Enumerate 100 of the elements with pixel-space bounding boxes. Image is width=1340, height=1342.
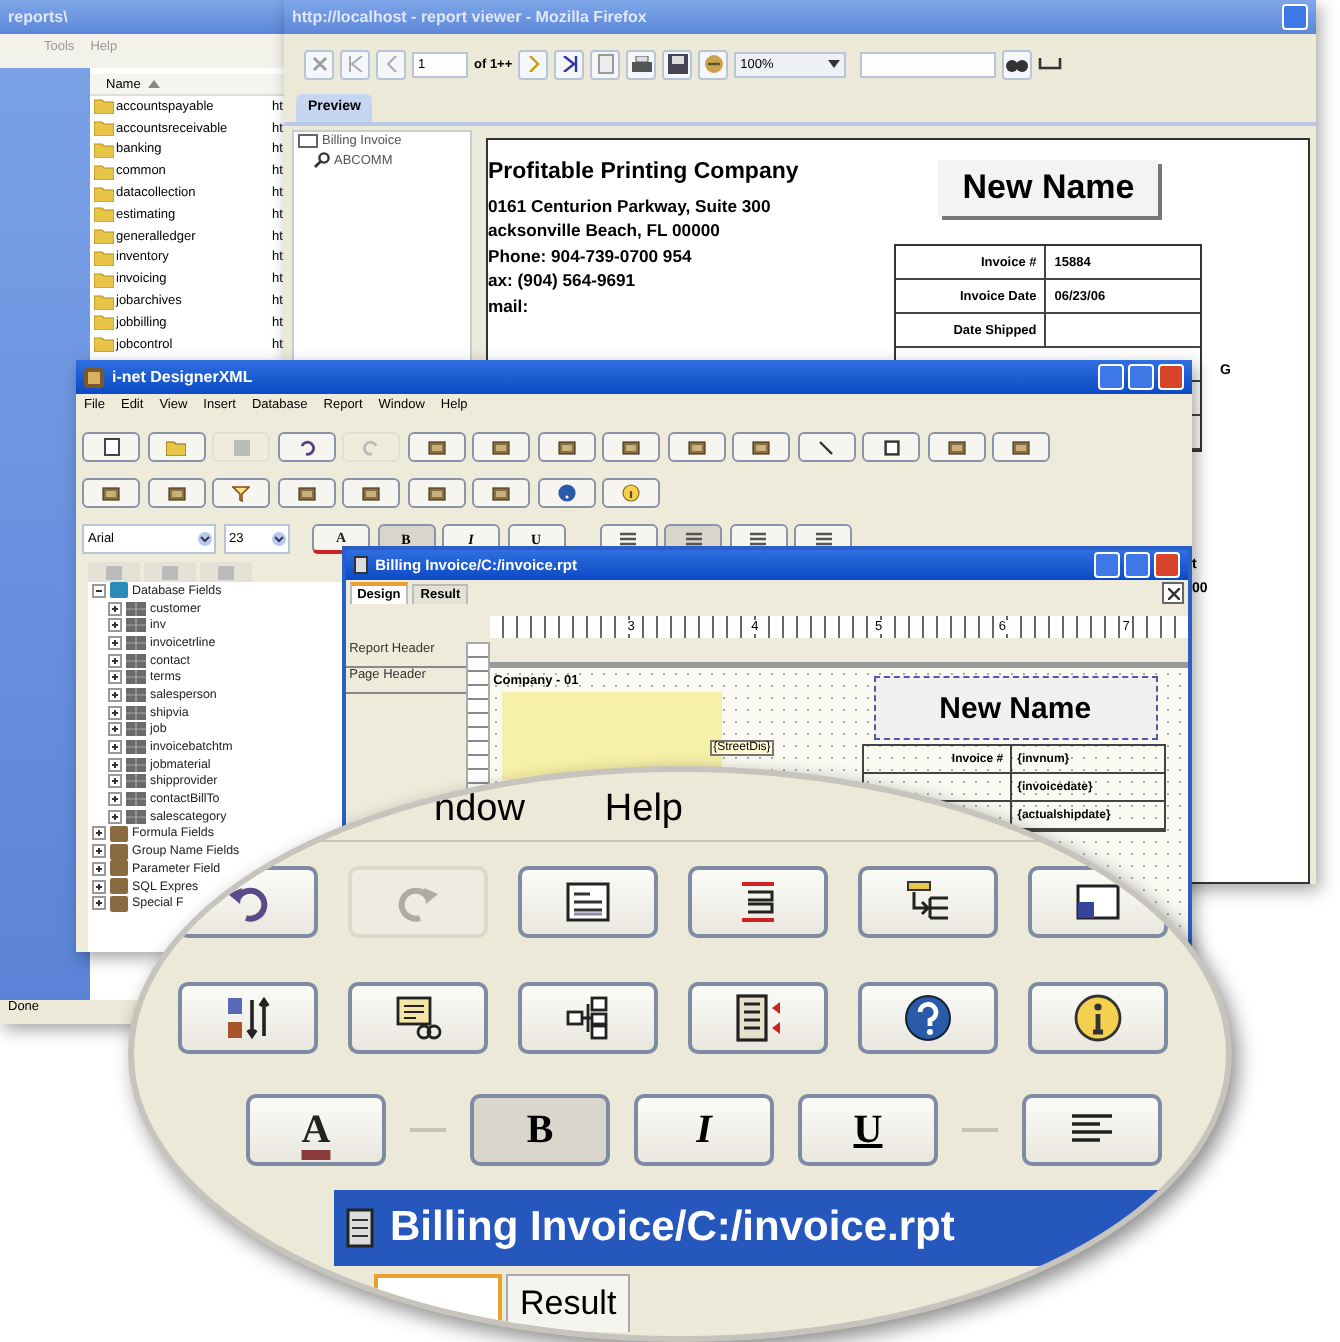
columns-icon (734, 994, 782, 1042)
tool-icon (106, 565, 122, 579)
minimize-button[interactable] (1094, 552, 1120, 578)
tool-icon (297, 485, 315, 501)
expander-icon[interactable] (108, 618, 122, 633)
linked-records-icon (394, 994, 442, 1042)
dropdown-arrow-icon (271, 532, 285, 546)
toolbar-button[interactable] (472, 478, 530, 508)
company-address-line: ax: (904) 564-9691 (488, 270, 638, 290)
bold-button[interactable]: B (470, 1094, 610, 1166)
window-title: reports\ (8, 8, 68, 26)
expander-icon[interactable] (92, 583, 106, 598)
result-tab[interactable]: Result (506, 1274, 631, 1332)
tool-icon (492, 485, 510, 501)
help-icon (904, 994, 952, 1042)
expander-icon[interactable] (108, 670, 122, 685)
toolbar-button[interactable] (688, 866, 828, 938)
expander-icon[interactable] (92, 861, 106, 876)
toolbar-button[interactable] (858, 866, 998, 938)
toolbar-button[interactable] (927, 432, 985, 462)
expander-icon[interactable] (108, 740, 122, 755)
expander-icon[interactable] (108, 722, 122, 737)
export-button[interactable] (698, 49, 729, 79)
name-banner[interactable]: New Name (873, 676, 1158, 740)
last-page-button[interactable] (554, 49, 585, 79)
toolbar-button[interactable] (602, 432, 660, 462)
app-icon (84, 367, 104, 387)
toolbar-button[interactable] (537, 478, 595, 508)
align-button[interactable] (1022, 1094, 1162, 1166)
company-address-line: 0161 Centurion Parkway, Suite 300 (488, 195, 773, 215)
window-title: http://localhost - report viewer - Mozilla Firefox (292, 8, 647, 26)
toolbar-button[interactable] (732, 432, 790, 462)
close-icon (1167, 587, 1179, 599)
toolbar-button[interactable] (407, 432, 465, 462)
restore-button[interactable] (1124, 552, 1150, 578)
expander-icon[interactable] (92, 896, 106, 911)
toolbar-button[interactable] (518, 866, 658, 938)
magnifier-icon (314, 152, 330, 168)
align-icon (815, 532, 831, 546)
save-button[interactable] (662, 49, 693, 79)
menu-item[interactable]: ndow (434, 788, 525, 832)
search-button[interactable] (1002, 49, 1033, 79)
company-address-line: mail: (488, 295, 531, 315)
font-color-button[interactable]: A (246, 1094, 386, 1166)
expander-icon[interactable] (108, 809, 122, 824)
maximize-button[interactable] (1128, 364, 1154, 390)
align-icon (620, 532, 636, 546)
toolbar-button[interactable] (147, 478, 205, 508)
toolbar-button[interactable] (1028, 982, 1168, 1054)
expander-icon[interactable] (108, 792, 122, 807)
toolbar-button[interactable] (862, 432, 920, 462)
tool-icon (622, 439, 640, 455)
info-icon (1074, 994, 1122, 1042)
toolbar-button[interactable] (667, 432, 725, 462)
expander-icon[interactable] (92, 879, 106, 894)
toolbar-button[interactable] (992, 432, 1050, 462)
toolbar-button[interactable] (348, 982, 488, 1054)
document-icon (353, 556, 368, 574)
line-icon (818, 439, 834, 455)
toolbar-button[interactable] (82, 478, 140, 508)
minimize-button[interactable] (1282, 4, 1308, 30)
expander-icon[interactable] (108, 601, 122, 616)
expander-icon[interactable] (108, 705, 122, 720)
expander-icon[interactable] (108, 653, 122, 668)
expander-icon[interactable] (92, 844, 106, 859)
square-icon (883, 439, 899, 455)
window-title: Billing Invoice/C:/invoice.rpt (390, 1204, 955, 1252)
menu-item[interactable]: Help (604, 788, 683, 832)
toolbar-button[interactable] (407, 478, 465, 508)
print-button[interactable] (626, 49, 657, 79)
toolbar-button[interactable] (178, 982, 318, 1054)
company-address-line: acksonville Beach, FL 00000 (488, 220, 722, 240)
underline-button[interactable]: U (798, 1094, 938, 1166)
italic-button[interactable]: I (634, 1094, 774, 1166)
close-button[interactable] (1162, 582, 1184, 604)
redo-icon (396, 882, 440, 922)
toolbar-button[interactable] (277, 478, 335, 508)
tool-icon (947, 439, 965, 455)
tree-list-icon (904, 880, 952, 924)
expander-icon[interactable] (108, 635, 122, 650)
expander-icon[interactable] (92, 826, 106, 841)
toolbar-button[interactable] (342, 478, 400, 508)
expander-icon[interactable] (108, 757, 122, 772)
toolbar-button[interactable] (472, 432, 530, 462)
toolbar-button[interactable] (82, 432, 140, 462)
toolbar-button[interactable] (277, 432, 335, 462)
dropdown-arrow-icon (828, 60, 841, 68)
tool-icon (687, 439, 705, 455)
first-page-icon (347, 56, 363, 72)
toolbar-button[interactable] (858, 982, 998, 1054)
table-icon (1076, 882, 1120, 922)
align-icon (685, 532, 701, 546)
expander-icon[interactable] (108, 774, 122, 789)
minimize-button[interactable] (1098, 364, 1124, 390)
redo-icon (362, 439, 380, 455)
expander-icon[interactable] (108, 687, 122, 702)
toolbar-button[interactable] (537, 432, 595, 462)
toolbar-button[interactable] (518, 982, 658, 1054)
toolbar-button[interactable] (688, 982, 828, 1054)
search-field[interactable] (860, 51, 997, 77)
